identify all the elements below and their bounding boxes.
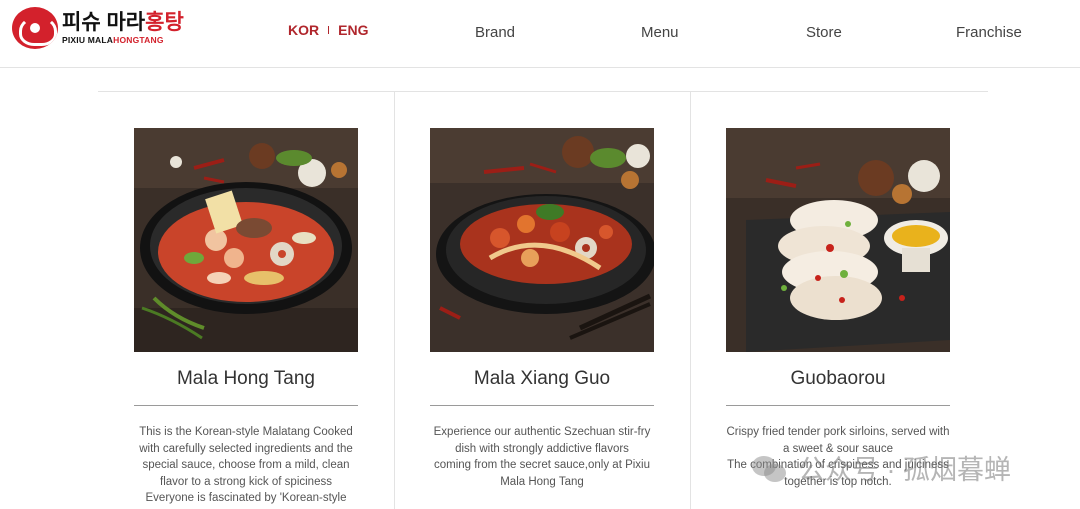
watermark-text: 公众号 · 孤烟暮蝉 bbox=[798, 455, 1011, 485]
brand-logo[interactable]: 피슈 마라홍탕 PIXIU MALAHONGTANG bbox=[12, 7, 184, 49]
dish-description: Experience our authentic Szechuan stir-f… bbox=[433, 426, 651, 488]
dish-photo-mala-hong-tang[interactable] bbox=[134, 128, 358, 352]
logo-english-name: PIXIU MALAHONGTANG bbox=[62, 34, 164, 45]
dish-image bbox=[726, 128, 950, 352]
dish-title: Guobaorou bbox=[790, 368, 886, 389]
dish-image bbox=[134, 128, 358, 352]
watermark: 公众号 · 孤烟暮蝉 bbox=[752, 448, 1011, 487]
menu-card-guobaorou[interactable]: Guobaorou Crispy fried tender pork sirlo… bbox=[690, 92, 986, 509]
nav-brand[interactable]: Brand bbox=[475, 24, 515, 41]
dish-photo-mala-xiang-guo[interactable] bbox=[430, 128, 654, 352]
title-underline bbox=[726, 405, 950, 406]
site-header: 피슈 마라홍탕 PIXIU MALAHONGTANG KOR ENG Brand… bbox=[0, 0, 1080, 68]
title-underline bbox=[430, 405, 654, 406]
dish-photo-guobaorou[interactable] bbox=[726, 128, 950, 352]
title-underline bbox=[134, 405, 358, 406]
logo-emblem-icon bbox=[12, 7, 58, 49]
chat-bubble-icon bbox=[752, 454, 786, 482]
dish-title: Mala Hong Tang bbox=[176, 368, 316, 389]
language-switcher: KOR ENG bbox=[288, 22, 368, 38]
lang-divider bbox=[328, 26, 330, 34]
menu-card-mala-xiang-guo[interactable]: Mala Xiang Guo Experience our authentic … bbox=[394, 92, 690, 509]
logo-korean-name: 피슈 마라홍탕 bbox=[62, 10, 184, 34]
nav-store[interactable]: Store bbox=[806, 24, 842, 41]
nav-franchise[interactable]: Franchise bbox=[956, 24, 1022, 41]
dish-title: Mala Xiang Guo bbox=[473, 368, 611, 389]
nav-menu[interactable]: Menu bbox=[641, 24, 679, 41]
dish-image bbox=[430, 128, 654, 352]
dish-description: This is the Korean-style Malatang Cooked… bbox=[139, 426, 353, 504]
lang-eng-link[interactable]: ENG bbox=[338, 22, 368, 38]
logo-wordmark: 피슈 마라홍탕 PIXIU MALAHONGTANG bbox=[62, 12, 184, 45]
lang-kor-link[interactable]: KOR bbox=[288, 22, 319, 38]
menu-card-mala-hong-tang[interactable]: Mala Hong Tang This is the Korean-style … bbox=[98, 92, 394, 509]
